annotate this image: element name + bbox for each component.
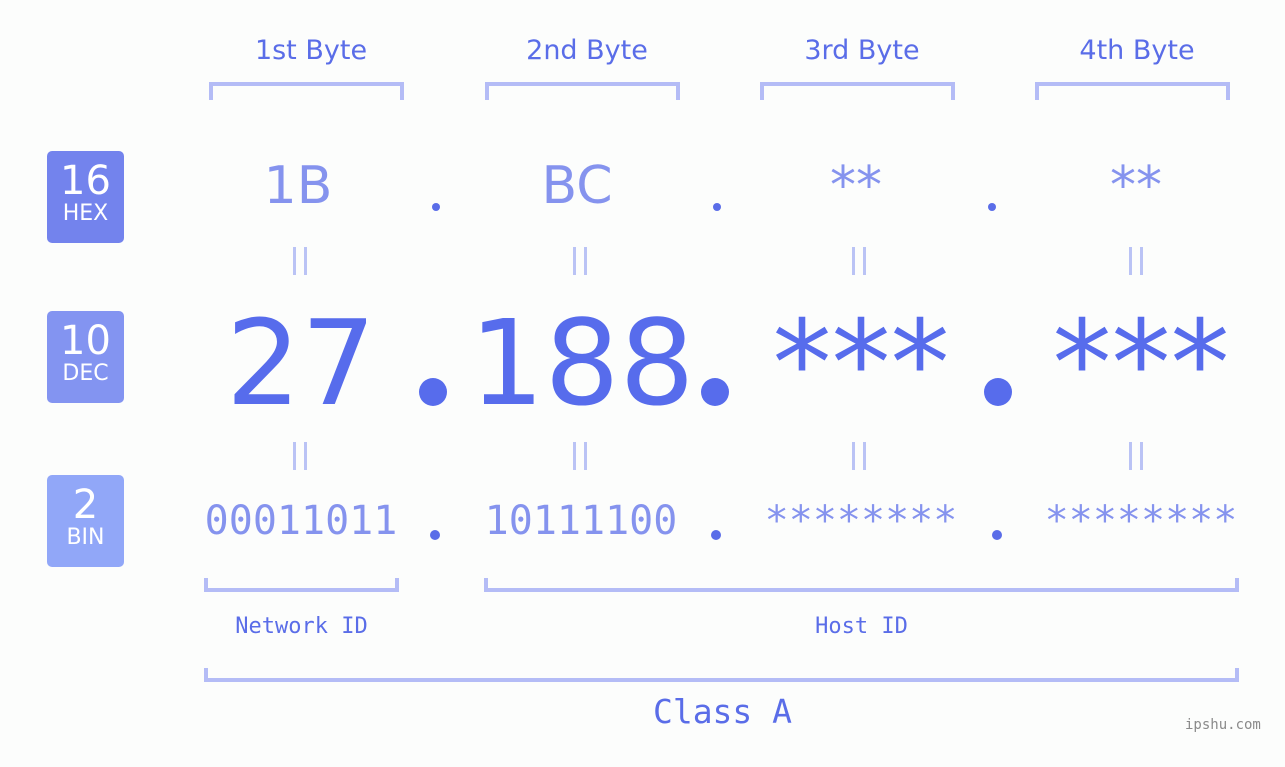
equals-icon — [573, 442, 587, 470]
dec-value-4: *** — [1052, 294, 1230, 432]
dec-separator-dot — [701, 378, 729, 406]
hex-badge-number: 16 — [60, 158, 111, 204]
hex-value-1: 1B — [263, 156, 333, 216]
bin-value-1: 00011011 — [204, 498, 398, 544]
dec-value-1: 27 — [225, 294, 377, 432]
dec-value-2: 188 — [469, 294, 695, 432]
dec-badge: 10 DEC — [47, 311, 124, 403]
byte-bracket-2 — [485, 82, 680, 100]
byte-bracket-3 — [760, 82, 955, 100]
host-id-bracket — [484, 578, 1239, 592]
dec-badge-label: DEC — [62, 361, 109, 386]
equals-icon — [1129, 247, 1143, 275]
byte-header-4: 4th Byte — [1079, 35, 1195, 66]
hex-badge-label: HEX — [62, 201, 109, 226]
dec-value-3: *** — [772, 294, 950, 432]
hex-badge: 16 HEX — [47, 151, 124, 243]
hex-value-3: ** — [830, 156, 882, 216]
dec-separator-dot — [419, 378, 447, 406]
hex-separator-dot — [988, 203, 996, 211]
host-id-label: Host ID — [815, 614, 908, 639]
dec-badge-number: 10 — [60, 318, 111, 364]
byte-bracket-1 — [209, 82, 404, 100]
equals-icon — [573, 247, 587, 275]
bin-separator-dot — [430, 530, 440, 540]
equals-icon — [293, 442, 307, 470]
equals-icon — [852, 442, 866, 470]
byte-header-2: 2nd Byte — [526, 35, 648, 66]
hex-value-4: ** — [1110, 156, 1162, 216]
byte-bracket-4 — [1035, 82, 1230, 100]
bin-value-3: ******** — [764, 498, 958, 544]
equals-icon — [293, 247, 307, 275]
bin-separator-dot — [992, 530, 1002, 540]
bin-value-2: 10111100 — [484, 498, 678, 544]
bin-badge: 2 BIN — [47, 475, 124, 567]
bin-badge-label: BIN — [66, 525, 105, 550]
bin-badge-number: 2 — [72, 482, 99, 528]
hex-value-2: BC — [541, 156, 613, 216]
network-id-label: Network ID — [235, 614, 368, 639]
equals-icon — [852, 247, 866, 275]
class-label: Class A — [652, 692, 793, 731]
hex-separator-dot — [432, 203, 440, 211]
dec-separator-dot — [984, 378, 1012, 406]
byte-header-1: 1st Byte — [254, 35, 368, 66]
byte-header-3: 3rd Byte — [804, 35, 920, 66]
bin-separator-dot — [711, 530, 721, 540]
network-id-bracket — [204, 578, 399, 592]
watermark: ipshu.com — [1185, 717, 1261, 733]
class-bracket — [204, 668, 1239, 682]
bin-value-4: ******** — [1044, 498, 1238, 544]
equals-icon — [1129, 442, 1143, 470]
hex-separator-dot — [713, 203, 721, 211]
